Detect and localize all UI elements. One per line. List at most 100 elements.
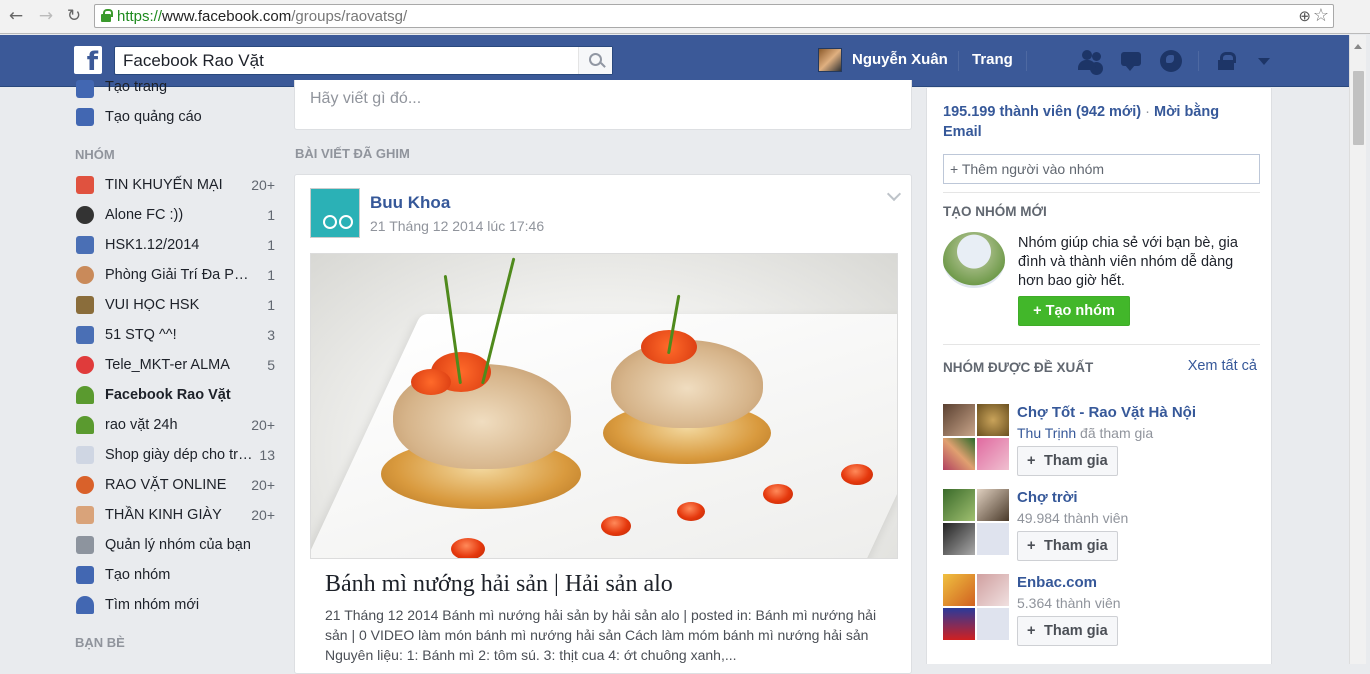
sidebar-item-group[interactable]: TIN KHUYẾN MẠI 20+ bbox=[74, 170, 280, 200]
sidebar-item-group[interactable]: THẦN KINH GIÀY 20+ bbox=[74, 500, 280, 530]
sidebar-item-create-ad[interactable]: Tạo quảng cáo bbox=[74, 102, 280, 132]
shoe-icon bbox=[76, 506, 94, 524]
chart-icon bbox=[76, 108, 94, 126]
members-count-link[interactable]: 195.199 thành viên bbox=[943, 104, 1072, 120]
sidebar-item-group[interactable]: Shop giày dép cho trẻ em 13 bbox=[74, 440, 280, 470]
sidebar-item-group-active[interactable]: Facebook Rao Vặt bbox=[74, 380, 280, 410]
sauce-dot-shape bbox=[677, 502, 705, 521]
sidebar-item-create-page[interactable]: Tạo trang bbox=[74, 74, 280, 102]
sidebar-item-group[interactable]: HSK1.12/2014 1 bbox=[74, 230, 280, 260]
friends-section-header: BẠN BÈ bbox=[75, 635, 125, 650]
groups-section-header: NHÓM bbox=[75, 147, 115, 162]
lock-icon bbox=[101, 9, 113, 22]
group-icon bbox=[76, 326, 94, 344]
join-group-button[interactable]: Tham gia bbox=[1017, 446, 1118, 476]
create-group-text: Nhóm giúp chia sẻ với bạn bè, gia đình v… bbox=[1018, 235, 1238, 289]
post-options-chevron-down-icon[interactable] bbox=[886, 186, 902, 202]
sauce-dot-shape bbox=[601, 516, 631, 536]
search-icon[interactable] bbox=[578, 47, 612, 74]
post-timestamp[interactable]: 21 Tháng 12 2014 lúc 17:46 bbox=[370, 218, 544, 234]
join-group-button[interactable]: Tham gia bbox=[1017, 616, 1118, 646]
composer-placeholder: Hãy viết gì đó... bbox=[310, 90, 422, 107]
sidebar-item-group[interactable]: Tele_MKT-er ALMA 5 bbox=[74, 350, 280, 380]
account-menu-chevron-down-icon[interactable] bbox=[1250, 48, 1278, 74]
join-group-button[interactable]: Tham gia bbox=[1017, 531, 1118, 561]
facebook-logo-icon[interactable]: f bbox=[74, 46, 102, 77]
plus-square-icon bbox=[76, 80, 94, 98]
group-member-thumbnails bbox=[943, 404, 1009, 470]
scrollbar-thumb[interactable] bbox=[1353, 71, 1364, 145]
suggested-group-name[interactable]: Chợ Tốt - Rao Vặt Hà Nội bbox=[1017, 404, 1196, 421]
search-box bbox=[114, 46, 613, 75]
suggested-groups-header: NHÓM ĐƯỢC ĐỀ XUẤT bbox=[943, 360, 1094, 375]
notifications-globe-icon[interactable] bbox=[1158, 48, 1186, 74]
post-composer[interactable]: Hãy viết gì đó... bbox=[294, 80, 912, 130]
post-author-link[interactable]: Buu Khoa bbox=[370, 193, 450, 213]
shoe-icon bbox=[76, 446, 94, 464]
suggested-group: Enbac.com 5.364 thành viên Tham gia bbox=[943, 574, 1263, 652]
sauce-dot-shape bbox=[763, 484, 793, 504]
sidebar-item-group[interactable]: rao vặt 24h 20+ bbox=[74, 410, 280, 440]
sidebar-item-group[interactable]: 51 STQ ^^! 3 bbox=[74, 320, 280, 350]
divider bbox=[943, 192, 1260, 193]
link-description: 21 Tháng 12 2014 Bánh mì nướng hải sản b… bbox=[325, 607, 877, 663]
link-preview-image[interactable] bbox=[310, 253, 898, 559]
plant-icon bbox=[76, 386, 94, 404]
author-avatar[interactable] bbox=[310, 188, 360, 238]
search-input[interactable] bbox=[115, 47, 575, 74]
plus-icon: + bbox=[1033, 303, 1046, 319]
user-avatar[interactable] bbox=[818, 48, 842, 72]
group-icon bbox=[76, 236, 94, 254]
zoom-icon[interactable]: ⊕ bbox=[1298, 7, 1311, 25]
user-name-link[interactable]: Nguyễn Xuân bbox=[852, 51, 948, 68]
suggested-group-subtitle: 5.364 thành viên bbox=[1017, 595, 1121, 611]
link-title[interactable]: Bánh mì nướng hải sản | Hải sản alo bbox=[325, 571, 673, 598]
divider bbox=[1198, 51, 1199, 71]
back-icon[interactable]: ← bbox=[6, 6, 26, 26]
sidebar-item-group[interactable]: Phòng Giải Trí Đa Phương Tiện1 bbox=[74, 260, 280, 290]
create-group-header: TẠO NHÓM MỚI bbox=[943, 204, 1047, 219]
browser-toolbar: ← → ↻ https://www.facebook.com/groups/ra… bbox=[0, 0, 1370, 34]
dot-separator: · bbox=[1145, 104, 1150, 120]
plus-square-icon bbox=[76, 566, 94, 584]
soccer-ball-icon bbox=[76, 206, 94, 224]
right-column: 195.199 thành viên (942 mới) · Mời bằng … bbox=[926, 88, 1272, 664]
sidebar-item-find-groups[interactable]: Tìm nhóm mới bbox=[74, 590, 280, 620]
suggested-group-name[interactable]: Chợ trời bbox=[1017, 489, 1078, 506]
left-sidebar: Tạo trang Tạo quảng cáo NHÓM TIN KHUYẾN … bbox=[74, 74, 280, 658]
divider bbox=[958, 51, 959, 71]
members-new[interactable]: (942 mới) bbox=[1076, 104, 1141, 120]
sidebar-item-manage-groups[interactable]: Quản lý nhóm của bạn bbox=[74, 530, 280, 560]
head-icon bbox=[76, 266, 94, 284]
basketball-icon bbox=[76, 476, 94, 494]
sidebar-item-create-group[interactable]: Tạo nhóm bbox=[74, 560, 280, 590]
create-group-illustration bbox=[943, 232, 1005, 288]
reload-icon[interactable]: ↻ bbox=[64, 6, 84, 26]
see-all-link[interactable]: Xem tất cả bbox=[1177, 358, 1257, 375]
address-bar[interactable]: https://www.facebook.com/groups/raovatsg… bbox=[94, 4, 1334, 28]
add-people-input[interactable]: + Thêm người vào nhóm bbox=[943, 154, 1260, 184]
sidebar-item-group[interactable]: Alone FC :)) 1 bbox=[74, 200, 280, 230]
forward-icon[interactable]: → bbox=[36, 6, 56, 26]
page-scrollbar[interactable] bbox=[1349, 35, 1366, 664]
home-link[interactable]: Trang bbox=[972, 51, 1013, 68]
suggested-group-subtitle: 49.984 thành viên bbox=[1017, 510, 1129, 526]
plant-icon bbox=[76, 416, 94, 434]
sidebar-item-group[interactable]: VUI HỌC HSK 1 bbox=[74, 290, 280, 320]
roe-shape bbox=[411, 369, 451, 395]
friend-requests-icon[interactable] bbox=[1078, 48, 1106, 74]
apple-icon bbox=[76, 356, 94, 374]
sidebar-item-group[interactable]: RAO VẶT ONLINE 20+ bbox=[74, 470, 280, 500]
bookmark-star-icon[interactable]: ☆ bbox=[1313, 5, 1329, 26]
pinned-posts-header: BÀI VIẾT ĐÃ GHIM bbox=[295, 146, 410, 161]
suggested-group-name[interactable]: Enbac.com bbox=[1017, 574, 1097, 591]
suggested-group: Chợ trời 49.984 thành viên Tham gia bbox=[943, 489, 1263, 567]
scroll-up-arrow-icon[interactable] bbox=[1354, 40, 1362, 49]
pinned-post: Buu Khoa 21 Tháng 12 2014 lúc 17:46 Bánh… bbox=[294, 174, 912, 674]
create-group-button[interactable]: + Tạo nhóm bbox=[1018, 296, 1130, 326]
gift-icon bbox=[76, 176, 94, 194]
messages-icon[interactable] bbox=[1119, 48, 1147, 74]
privacy-lock-icon[interactable] bbox=[1214, 48, 1242, 74]
sauce-dot-shape bbox=[451, 538, 485, 558]
rocket-icon bbox=[76, 596, 94, 614]
